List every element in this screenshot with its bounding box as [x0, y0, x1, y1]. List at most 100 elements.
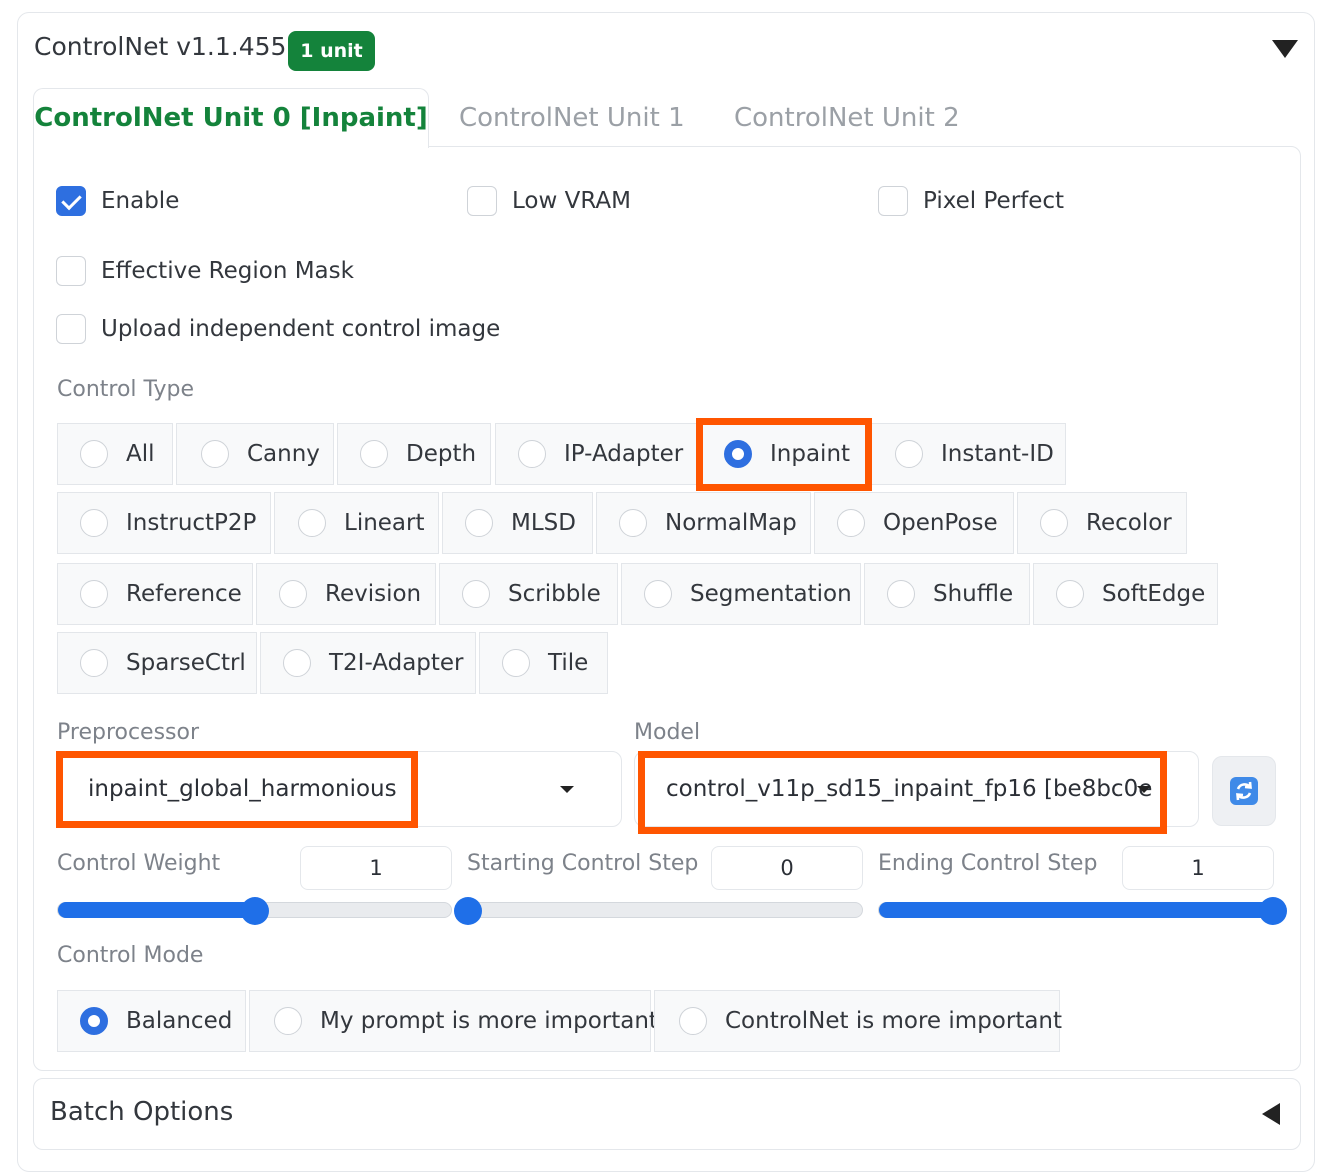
- pixel-perfect-checkbox-row[interactable]: Pixel Perfect: [878, 186, 1064, 216]
- radio-icon[interactable]: [283, 649, 311, 677]
- control-mode-option-selected[interactable]: Balanced: [57, 990, 246, 1052]
- refresh-models-button[interactable]: [1212, 756, 1276, 826]
- panel-title[interactable]: ControlNet v1.1.455: [34, 32, 286, 61]
- control-type-option[interactable]: Revision: [256, 563, 436, 625]
- slider-thumb[interactable]: [240, 897, 269, 925]
- control-type-option[interactable]: Segmentation: [621, 563, 861, 625]
- chevron-down-icon[interactable]: [560, 786, 574, 793]
- control-mode-option[interactable]: ControlNet is more important: [654, 990, 1062, 1052]
- low-vram-checkbox-row[interactable]: Low VRAM: [467, 186, 631, 216]
- effective-region-mask-checkbox[interactable]: [56, 256, 86, 286]
- control-type-option[interactable]: NormalMap: [596, 492, 811, 554]
- option-label: Lineart: [344, 510, 425, 536]
- enable-checkbox[interactable]: [56, 186, 86, 216]
- control-type-option[interactable]: Shuffle: [864, 563, 1030, 625]
- option-label: MLSD: [511, 510, 576, 536]
- control-type-option[interactable]: Tile: [479, 632, 608, 694]
- slider-thumb[interactable]: [1259, 897, 1287, 925]
- tab-unit-2[interactable]: ControlNet Unit 2: [734, 100, 960, 136]
- enable-checkbox-row[interactable]: Enable: [56, 186, 179, 216]
- control-type-option-selected[interactable]: Inpaint: [701, 423, 866, 485]
- control-type-option[interactable]: MLSD: [442, 492, 593, 554]
- chevron-down-icon[interactable]: [1137, 786, 1151, 793]
- control-type-option[interactable]: Recolor: [1017, 492, 1187, 554]
- radio-icon[interactable]: [462, 580, 490, 608]
- control-type-option[interactable]: All: [57, 423, 173, 485]
- low-vram-checkbox[interactable]: [467, 186, 497, 216]
- radio-icon[interactable]: [644, 580, 672, 608]
- option-label: InstructP2P: [126, 510, 257, 536]
- upload-independent-checkbox[interactable]: [56, 314, 86, 344]
- control-type-option[interactable]: InstructP2P: [57, 492, 271, 554]
- ending-step-slider[interactable]: [878, 897, 1287, 925]
- radio-icon[interactable]: [80, 440, 108, 468]
- radio-icon[interactable]: [679, 1007, 707, 1035]
- starting-step-label: Starting Control Step: [467, 851, 699, 876]
- radio-icon[interactable]: [465, 509, 493, 537]
- radio-icon[interactable]: [360, 440, 388, 468]
- tab-unit-0[interactable]: ControlNet Unit 0 [Inpaint]: [33, 88, 429, 148]
- radio-icon[interactable]: [274, 1007, 302, 1035]
- control-type-option[interactable]: T2I-Adapter: [260, 632, 476, 694]
- control-type-option[interactable]: Depth: [337, 423, 491, 485]
- ending-step-input[interactable]: 1: [1122, 846, 1274, 890]
- control-mode-option[interactable]: My prompt is more important: [249, 990, 658, 1052]
- option-label: NormalMap: [665, 510, 797, 536]
- radio-icon[interactable]: [502, 649, 530, 677]
- control-weight-input[interactable]: 1: [300, 846, 452, 890]
- option-label: Inpaint: [770, 441, 851, 467]
- starting-step-slider[interactable]: [454, 897, 863, 925]
- control-weight-slider[interactable]: [57, 897, 452, 925]
- radio-icon[interactable]: [895, 440, 923, 468]
- radio-icon[interactable]: [887, 580, 915, 608]
- option-label: Canny: [247, 441, 320, 467]
- radio-icon[interactable]: [201, 440, 229, 468]
- radio-icon[interactable]: [80, 509, 108, 537]
- option-label: My prompt is more important: [320, 1008, 658, 1034]
- radio-icon[interactable]: [80, 580, 108, 608]
- caret-left-icon[interactable]: [1262, 1103, 1280, 1125]
- radio-selected-icon[interactable]: [80, 1007, 108, 1035]
- radio-icon[interactable]: [837, 509, 865, 537]
- effective-region-mask-row[interactable]: Effective Region Mask: [56, 256, 354, 286]
- option-label: SparseCtrl: [126, 650, 246, 676]
- upload-independent-row[interactable]: Upload independent control image: [56, 314, 500, 344]
- control-type-option[interactable]: SoftEdge: [1033, 563, 1218, 625]
- tab-unit-1[interactable]: ControlNet Unit 1: [459, 100, 685, 136]
- control-type-option[interactable]: Instant-ID: [870, 423, 1066, 485]
- radio-icon[interactable]: [518, 440, 546, 468]
- radio-icon[interactable]: [1056, 580, 1084, 608]
- model-label: Model: [634, 720, 701, 745]
- option-label: IP-Adapter: [564, 441, 684, 467]
- batch-options-accordion[interactable]: Batch Options: [33, 1078, 1301, 1150]
- option-label: T2I-Adapter: [329, 650, 464, 676]
- model-dropdown[interactable]: control_v11p_sd15_inpaint_fp16 [be8bc0e: [634, 751, 1199, 827]
- radio-icon[interactable]: [1040, 509, 1068, 537]
- control-type-option[interactable]: Scribble: [439, 563, 618, 625]
- radio-selected-icon[interactable]: [724, 440, 752, 468]
- slider-thumb[interactable]: [454, 897, 482, 925]
- option-label: Balanced: [126, 1008, 233, 1034]
- option-label: Segmentation: [690, 581, 852, 607]
- low-vram-label: Low VRAM: [512, 188, 631, 214]
- control-mode-label: Control Mode: [57, 943, 204, 968]
- option-label: Shuffle: [933, 581, 1014, 607]
- radio-icon[interactable]: [279, 580, 307, 608]
- radio-icon[interactable]: [80, 649, 108, 677]
- preprocessor-dropdown[interactable]: inpaint_global_harmonious: [57, 751, 622, 827]
- control-type-option[interactable]: IP-Adapter: [495, 423, 701, 485]
- control-type-option[interactable]: OpenPose: [814, 492, 1014, 554]
- option-label: SoftEdge: [1102, 581, 1206, 607]
- preprocessor-label: Preprocessor: [57, 720, 200, 745]
- radio-icon[interactable]: [298, 509, 326, 537]
- radio-icon[interactable]: [619, 509, 647, 537]
- control-type-option[interactable]: Canny: [176, 423, 334, 485]
- control-type-option[interactable]: Lineart: [274, 492, 439, 554]
- control-type-option[interactable]: Reference: [57, 563, 253, 625]
- control-type-option[interactable]: SparseCtrl: [57, 632, 257, 694]
- slider-fill: [879, 901, 1273, 918]
- pixel-perfect-checkbox[interactable]: [878, 186, 908, 216]
- starting-step-input[interactable]: 0: [711, 846, 863, 890]
- option-label: Reference: [126, 581, 242, 607]
- caret-down-icon[interactable]: [1272, 40, 1298, 58]
